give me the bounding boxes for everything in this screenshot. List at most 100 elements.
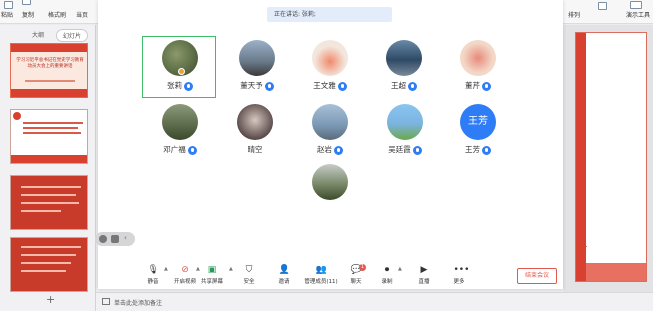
slide-text-line — [21, 194, 76, 196]
avatar — [162, 104, 198, 140]
slide-text-line — [23, 132, 81, 134]
avatar — [386, 40, 422, 76]
mic-icon — [264, 81, 274, 91]
mic-icon — [482, 81, 491, 91]
participant-name: 王超 — [369, 80, 439, 91]
slide-text-line — [21, 246, 81, 248]
headset-icon[interactable] — [99, 235, 107, 243]
participant-tile[interactable]: 王文雅 — [295, 36, 365, 106]
participant-tile[interactable]: 王超 — [369, 36, 439, 106]
participant-tile[interactable]: 董芹 — [443, 36, 513, 106]
participant-tile[interactable]: 吴廷霞 — [370, 100, 440, 170]
speaking-indicator-icon — [178, 68, 185, 75]
grid-icon — [598, 2, 607, 10]
presentation-tools-icon — [630, 1, 642, 9]
slide-text-line — [21, 210, 61, 212]
avatar-initials: 王芳 — [460, 104, 496, 140]
slide-thumbnail-2[interactable]: 2 — [10, 109, 88, 164]
security-button[interactable]: ⛉ 安全 — [232, 265, 266, 289]
avatar — [237, 104, 273, 140]
participant-tile[interactable]: 王芳 王芳 — [443, 100, 513, 170]
notes-bar: 单击此处添加备注 — [96, 292, 653, 311]
participant-tile[interactable]: 晴空 — [220, 100, 290, 170]
participant-tile[interactable] — [295, 160, 365, 230]
more-label: 更多 — [453, 279, 465, 285]
slide-text-line — [25, 80, 75, 82]
format-painter-button[interactable]: 格式刷 — [48, 10, 66, 19]
tab-outline[interactable]: 大纲 — [26, 29, 50, 40]
copy-button[interactable]: 复制 — [22, 10, 34, 19]
manage-members-button[interactable]: 👥 管理成员(11) — [301, 265, 341, 289]
mute-label: 静音 — [147, 279, 159, 285]
shield-icon: ⛉ — [245, 265, 253, 275]
slide-header-band — [11, 44, 87, 52]
mic-icon — [187, 145, 197, 155]
slide-thumbnail-4[interactable]: 4 — [10, 237, 88, 292]
mic-icon — [482, 145, 491, 155]
add-slide-button[interactable]: + — [46, 293, 55, 306]
slide-text-line — [21, 254, 76, 256]
invite-icon: 👤 — [278, 265, 290, 275]
tab-slides[interactable]: 幻灯片 — [56, 29, 89, 42]
floating-controls: ‹ — [95, 232, 135, 246]
emblem-icon — [13, 112, 21, 120]
arrange-button[interactable]: 排列 — [568, 10, 580, 19]
slide-text-line — [21, 202, 79, 204]
participant-name: 吴廷霞 — [370, 144, 440, 155]
slide-thumbnail-3[interactable]: 3 — [10, 175, 88, 230]
slide1-title: 学习习近平总书记在党史学习教育动员大会上的重要讲话 — [16, 58, 84, 69]
participant-name: 邓广福 — [145, 144, 215, 155]
avatar — [312, 164, 348, 200]
current-page-button[interactable]: 当页 — [76, 10, 88, 19]
subtitle-icon[interactable] — [111, 235, 119, 243]
participant-tile[interactable]: 邓广福 — [145, 100, 215, 170]
presentation-tools-button[interactable]: 演示工具 — [626, 10, 650, 19]
star-icon: ★ — [580, 243, 589, 253]
paste-icon — [4, 1, 13, 9]
avatar — [312, 40, 348, 76]
participant-tile[interactable]: 董天予 — [222, 36, 292, 106]
more-button[interactable]: ••• 更多 — [442, 265, 476, 289]
live-button[interactable]: ▶ 直播 — [407, 265, 441, 289]
notes-placeholder[interactable]: 单击此处添加备注 — [114, 298, 162, 307]
speaker-banner: 正在讲话: 张莉; — [267, 7, 392, 22]
slide-thumbnail-pane: 大纲 幻灯片 学习习近平总书记在党史学习教育动员大会上的重要讲话 2 3 4 — [0, 25, 96, 311]
mic-icon — [184, 81, 193, 91]
mic-icon — [337, 81, 347, 91]
meeting-toolbar: 🎙 静音 ▲ ⊘ 开启视频 ▲ ▣ 共享屏幕 ▲ ⛉ 安全 👤 邀请 👥 管理成… — [98, 262, 563, 289]
cut-icon — [22, 0, 31, 5]
chevron-up-icon[interactable]: ▲ — [398, 266, 402, 272]
record-icon: ⏺ — [384, 265, 390, 275]
mic-icon — [408, 81, 417, 91]
share-screen-icon: ▣ — [207, 265, 217, 275]
chat-button[interactable]: 💬 1 聊天 — [339, 264, 373, 289]
paste-button[interactable]: 粘贴 — [1, 10, 13, 19]
slide-thumbnail-1[interactable]: 学习习近平总书记在党史学习教育动员大会上的重要讲话 — [10, 43, 88, 98]
slide-text-line — [23, 122, 83, 124]
share-screen-label: 共享屏幕 — [200, 279, 223, 285]
invite-button[interactable]: 👤 邀请 — [267, 265, 301, 289]
more-icon: ••• — [453, 265, 470, 275]
share-screen-button[interactable]: ▣ 共享屏幕 — [195, 265, 229, 289]
slide-footer-band — [586, 263, 646, 281]
slide-text-line — [21, 262, 71, 264]
participant-name: 赵岩 — [295, 144, 365, 155]
participant-name: 晴空 — [247, 145, 263, 154]
chevron-right-icon[interactable]: ‹ — [124, 234, 127, 242]
participant-tile-selected[interactable]: 张莉 — [142, 36, 216, 98]
members-icon: 👥 — [315, 265, 327, 275]
slide-text-line — [23, 127, 78, 129]
slide-footer-band — [11, 89, 87, 97]
live-label: 直播 — [418, 279, 430, 285]
current-slide[interactable]: ★ — [575, 32, 647, 282]
participant-name: 王芳 — [443, 144, 513, 155]
slide-text-line — [21, 186, 81, 188]
slide-footer-band — [11, 155, 87, 163]
end-meeting-button[interactable]: 结束会议 — [517, 268, 557, 284]
record-label: 录制 — [381, 279, 393, 285]
chat-badge: 1 — [359, 264, 366, 271]
participant-name: 董芹 — [443, 80, 513, 91]
slide-canvas: ★ — [563, 25, 653, 311]
manage-members-label: 管理成员(11) — [304, 279, 338, 285]
avatar — [239, 40, 275, 76]
